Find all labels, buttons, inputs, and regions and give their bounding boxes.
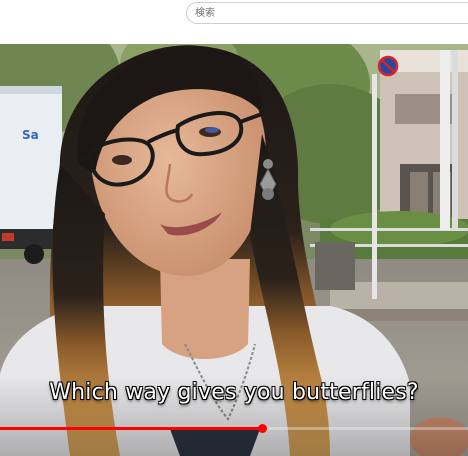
progress-bar[interactable] bbox=[0, 422, 468, 434]
search-box[interactable] bbox=[186, 2, 468, 24]
video-player[interactable]: Sa Which way gives you butterflies? bbox=[0, 44, 468, 456]
progress-track[interactable] bbox=[0, 424, 468, 433]
no-parking-sign-icon bbox=[377, 55, 399, 77]
masthead bbox=[0, 0, 468, 44]
video-caption: Which way gives you butterflies? bbox=[49, 380, 419, 405]
search-input[interactable] bbox=[195, 5, 465, 21]
svg-text:Sa: Sa bbox=[22, 128, 39, 142]
scrubber-handle[interactable] bbox=[258, 424, 267, 433]
page: Sa bbox=[0, 0, 468, 456]
progress-fill bbox=[0, 427, 262, 430]
